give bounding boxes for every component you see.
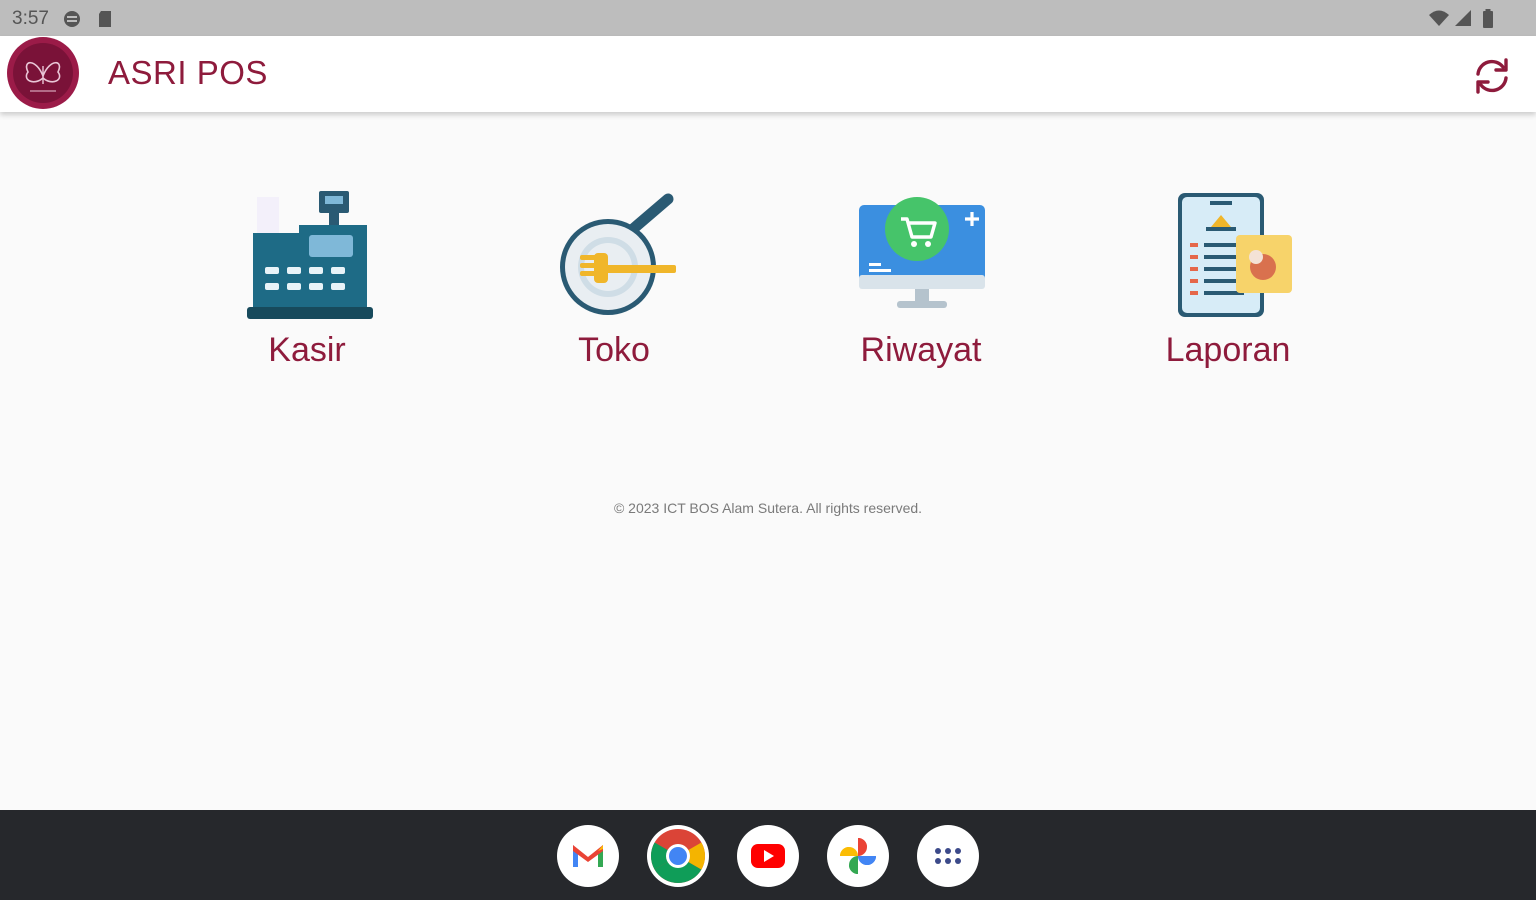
menu-label: Laporan <box>1165 331 1291 369</box>
chrome-app-icon[interactable] <box>647 825 709 887</box>
gmail-app-icon[interactable] <box>557 825 619 887</box>
app-drawer-icon[interactable] <box>917 825 979 887</box>
copyright-text: © 2023 ICT BOS Alam Sutera. All rights r… <box>613 500 923 516</box>
cellular-signal-icon <box>1455 10 1471 26</box>
app-bar: ASRI POS <box>0 36 1536 112</box>
menu-label: Toko <box>578 331 650 369</box>
status-bar: 3:57 <box>0 0 1536 36</box>
navigation-bar <box>0 810 1536 900</box>
menu-laporan[interactable]: Laporan <box>1128 185 1328 385</box>
refresh-icon[interactable] <box>1470 54 1514 98</box>
menu-label: Riwayat <box>860 331 982 369</box>
app-logo <box>7 37 79 109</box>
menu-toko[interactable]: Toko <box>514 185 714 385</box>
youtube-app-icon[interactable] <box>737 825 799 887</box>
battery-icon <box>1483 9 1493 28</box>
sd-card-icon <box>99 11 111 27</box>
wifi-icon <box>1429 10 1449 26</box>
menu-label: Kasir <box>268 331 346 369</box>
sync-status-icon <box>64 11 80 27</box>
app-title: ASRI POS <box>108 54 268 91</box>
status-time: 3:57 <box>12 8 49 29</box>
plate-fork-knife-icon <box>560 193 676 315</box>
cash-register-icon <box>247 191 373 319</box>
computer-cart-icon <box>859 197 985 308</box>
photos-app-icon[interactable] <box>827 825 889 887</box>
menu-kasir[interactable]: Kasir <box>207 185 407 385</box>
menu-riwayat[interactable]: Riwayat <box>821 185 1021 385</box>
report-document-icon <box>1178 193 1292 317</box>
